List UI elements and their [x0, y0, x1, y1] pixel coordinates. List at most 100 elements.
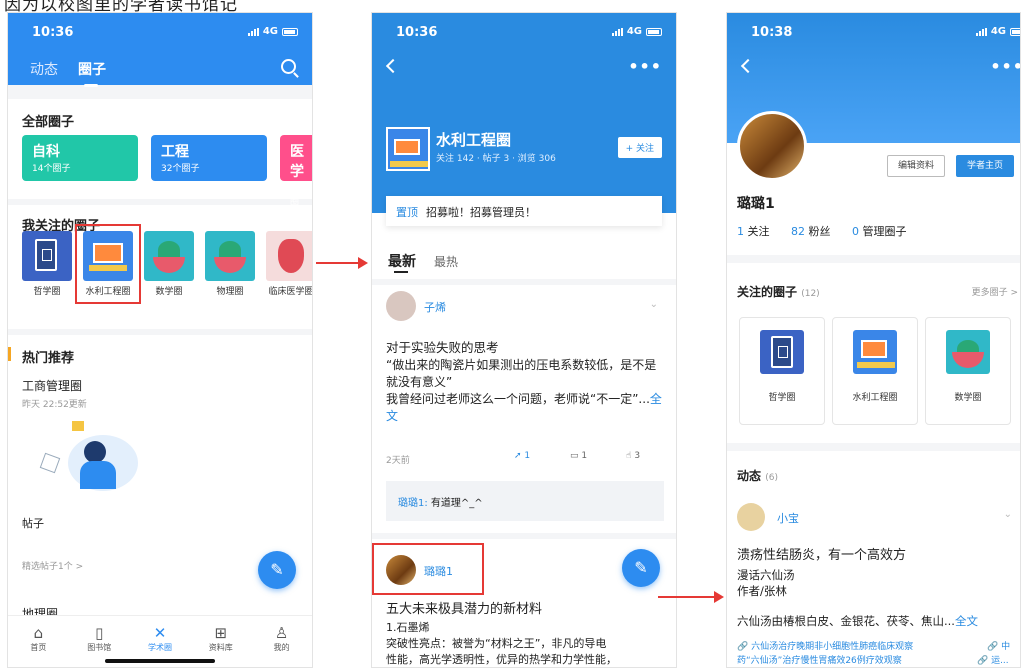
admin-count[interactable]: 0: [852, 225, 859, 238]
hot-circle-name[interactable]: 工商管理圈: [22, 377, 82, 394]
circle-label: 临床医学圈: [268, 287, 313, 297]
tab-indicator: [394, 271, 408, 273]
card-science[interactable]: 自科 14个圈子: [22, 135, 138, 181]
circle-philosophy[interactable]: 哲学圈: [22, 231, 72, 298]
featured-posts-link[interactable]: 精选帖子1个 >: [22, 559, 83, 572]
circle-math[interactable]: 数学圈: [925, 317, 1011, 425]
circle-label: 哲学圈: [768, 393, 796, 403]
post-body[interactable]: “做出来的陶瓷片如果测出的压电系数较低，是不是就没有意义” 我曾经问过老师这么一…: [386, 357, 668, 425]
book-icon: [22, 231, 72, 281]
follow-button[interactable]: + 关注: [617, 137, 662, 158]
card-count: 14个圈子: [32, 164, 71, 174]
avatar[interactable]: [386, 291, 416, 321]
network-label: 4G: [262, 26, 278, 37]
comment-icon: ▭: [570, 451, 582, 461]
share-count[interactable]: ➚ 1: [514, 451, 530, 461]
reference-link[interactable]: 🔗 中: [987, 639, 1010, 652]
scholar-page-button[interactable]: 学者主页: [956, 155, 1015, 177]
profile-name: 璐璐1: [737, 196, 775, 212]
card-count: 32个圈子: [161, 164, 200, 174]
like-value: 3: [634, 451, 641, 461]
card-name: 医学: [290, 144, 304, 180]
card-count: 8个圈: [290, 184, 305, 207]
post-author[interactable]: 小宝: [777, 510, 799, 526]
time: 10:36: [32, 25, 74, 40]
caption: 因为以校图里的学者读书馆记: [4, 0, 238, 12]
nav-me[interactable]: ♙ 我的: [251, 616, 312, 667]
nav-home[interactable]: ⌂ 首页: [8, 616, 69, 667]
edit-profile-button[interactable]: 编辑资料: [887, 155, 946, 177]
laptop-icon: [853, 330, 897, 374]
like-count[interactable]: ☝ 3: [626, 451, 640, 461]
post-title[interactable]: 对于实验失败的思考: [386, 339, 666, 356]
nav-label: 学术圈: [147, 643, 172, 652]
tab-circles[interactable]: 圈子: [78, 59, 106, 87]
battery-icon: [1010, 27, 1020, 36]
post-line: 作者/张林: [737, 584, 787, 598]
post-time: 2天前: [386, 456, 410, 466]
admin-label: 管理圈子: [862, 225, 907, 238]
comment-count[interactable]: ▭ 1: [570, 451, 587, 461]
home-icon: ⌂: [33, 624, 44, 642]
profile-stats: 1 关注 82 粉丝 0 管理圈子: [737, 223, 907, 239]
academic-icon: ✕: [153, 624, 167, 642]
fans-count[interactable]: 82: [791, 225, 805, 238]
more-icon[interactable]: •••: [628, 57, 662, 76]
section-title: 热门推荐: [22, 351, 75, 366]
avatar[interactable]: [737, 503, 765, 531]
circle-label: 数学圈: [155, 287, 183, 297]
search-icon[interactable]: [281, 59, 296, 74]
comment-value: 1: [581, 451, 588, 461]
profile-avatar[interactable]: [737, 111, 807, 181]
card-engineering[interactable]: 工程 32个圈子: [151, 135, 267, 181]
status-bar: 10:38 4G: [727, 13, 1020, 49]
compose-button[interactable]: ✎: [258, 551, 296, 589]
phone-circle-detail: 10:36 4G ••• 水利工程圈 关注 142 · 帖子 3 · 浏览 30…: [371, 12, 677, 668]
compose-button[interactable]: ✎: [622, 549, 660, 587]
circle-name: 水利工程圈: [436, 131, 512, 149]
circle-clinical[interactable]: 临床医学圈: [266, 231, 313, 298]
post-title[interactable]: 溃疡性结肠炎，有一个高效方: [737, 547, 906, 564]
reply-box[interactable]: 璐璐1: 有道理^_^: [386, 481, 664, 521]
reference-link[interactable]: 🔗 六仙汤治疗晚期非小细胞性肺癌临床观察: [737, 639, 967, 652]
reference-link[interactable]: 🔗 运...: [977, 653, 1009, 666]
reply-text: 有道理^_^: [430, 498, 483, 509]
circle-philosophy[interactable]: 哲学圈: [739, 317, 825, 425]
post-line: 六仙汤由椿根白皮、金银花、茯苓、焦山...全文: [737, 614, 978, 628]
fans-label: 粉丝: [808, 225, 831, 238]
share-value: 1: [524, 451, 531, 461]
post-body-text: “做出来的陶瓷片如果测出的压电系数较低，是不是就没有意义” 我曾经问过老师这么一…: [386, 358, 657, 406]
circle-label: 物理圈: [216, 287, 244, 297]
circle-physics[interactable]: 物理圈: [205, 231, 255, 298]
circle-stats: 关注 142 · 帖子 3 · 浏览 306: [436, 154, 556, 164]
tab-latest[interactable]: 最新: [388, 251, 416, 271]
tab-dynamics[interactable]: 动态: [30, 59, 58, 79]
nav-label: 我的: [273, 643, 290, 652]
more-circles-link[interactable]: 更多圈子 >: [972, 285, 1018, 298]
circle-math[interactable]: 数学圈: [144, 231, 194, 298]
circle-hydraulic[interactable]: 水利工程圈: [832, 317, 918, 425]
pencil-icon: ✎: [634, 558, 648, 577]
plant-bowl-icon: [205, 231, 255, 281]
user-icon: ♙: [274, 624, 289, 642]
pin-text: 招募啦！招募管理员！: [426, 206, 536, 219]
follow-count[interactable]: 1: [737, 225, 744, 238]
post-author[interactable]: 子烯: [424, 299, 446, 315]
chevron-down-icon[interactable]: ⌄: [1004, 509, 1012, 520]
reference-link[interactable]: 药“六仙汤”治疗慢性胃痛效26例疗效观察: [737, 653, 967, 666]
reply-user: 璐璐1:: [398, 498, 428, 509]
nav-label: 图书馆: [87, 643, 112, 652]
card-name: 自科: [32, 144, 60, 160]
full-text-link[interactable]: 全文: [955, 614, 978, 628]
more-icon[interactable]: •••: [990, 57, 1020, 76]
tab-hot[interactable]: 最热: [434, 253, 458, 270]
share-icon: ➚: [514, 451, 525, 461]
post-title[interactable]: 五大未来极具潜力的新材料: [386, 601, 542, 618]
circle-label: 水利工程圈: [852, 393, 898, 403]
time: 10:38: [751, 25, 793, 40]
pinned-post[interactable]: 置顶 招募啦！招募管理员！: [386, 196, 662, 226]
time: 10:36: [396, 25, 438, 40]
chevron-down-icon[interactable]: ⌄: [650, 299, 658, 310]
phone-circles-list: 10:36 4G 动态 圈子 全部圈子 自科 14个圈子 工程 32个圈子 医学…: [7, 12, 313, 668]
card-medicine[interactable]: 医学 8个圈: [280, 135, 312, 207]
